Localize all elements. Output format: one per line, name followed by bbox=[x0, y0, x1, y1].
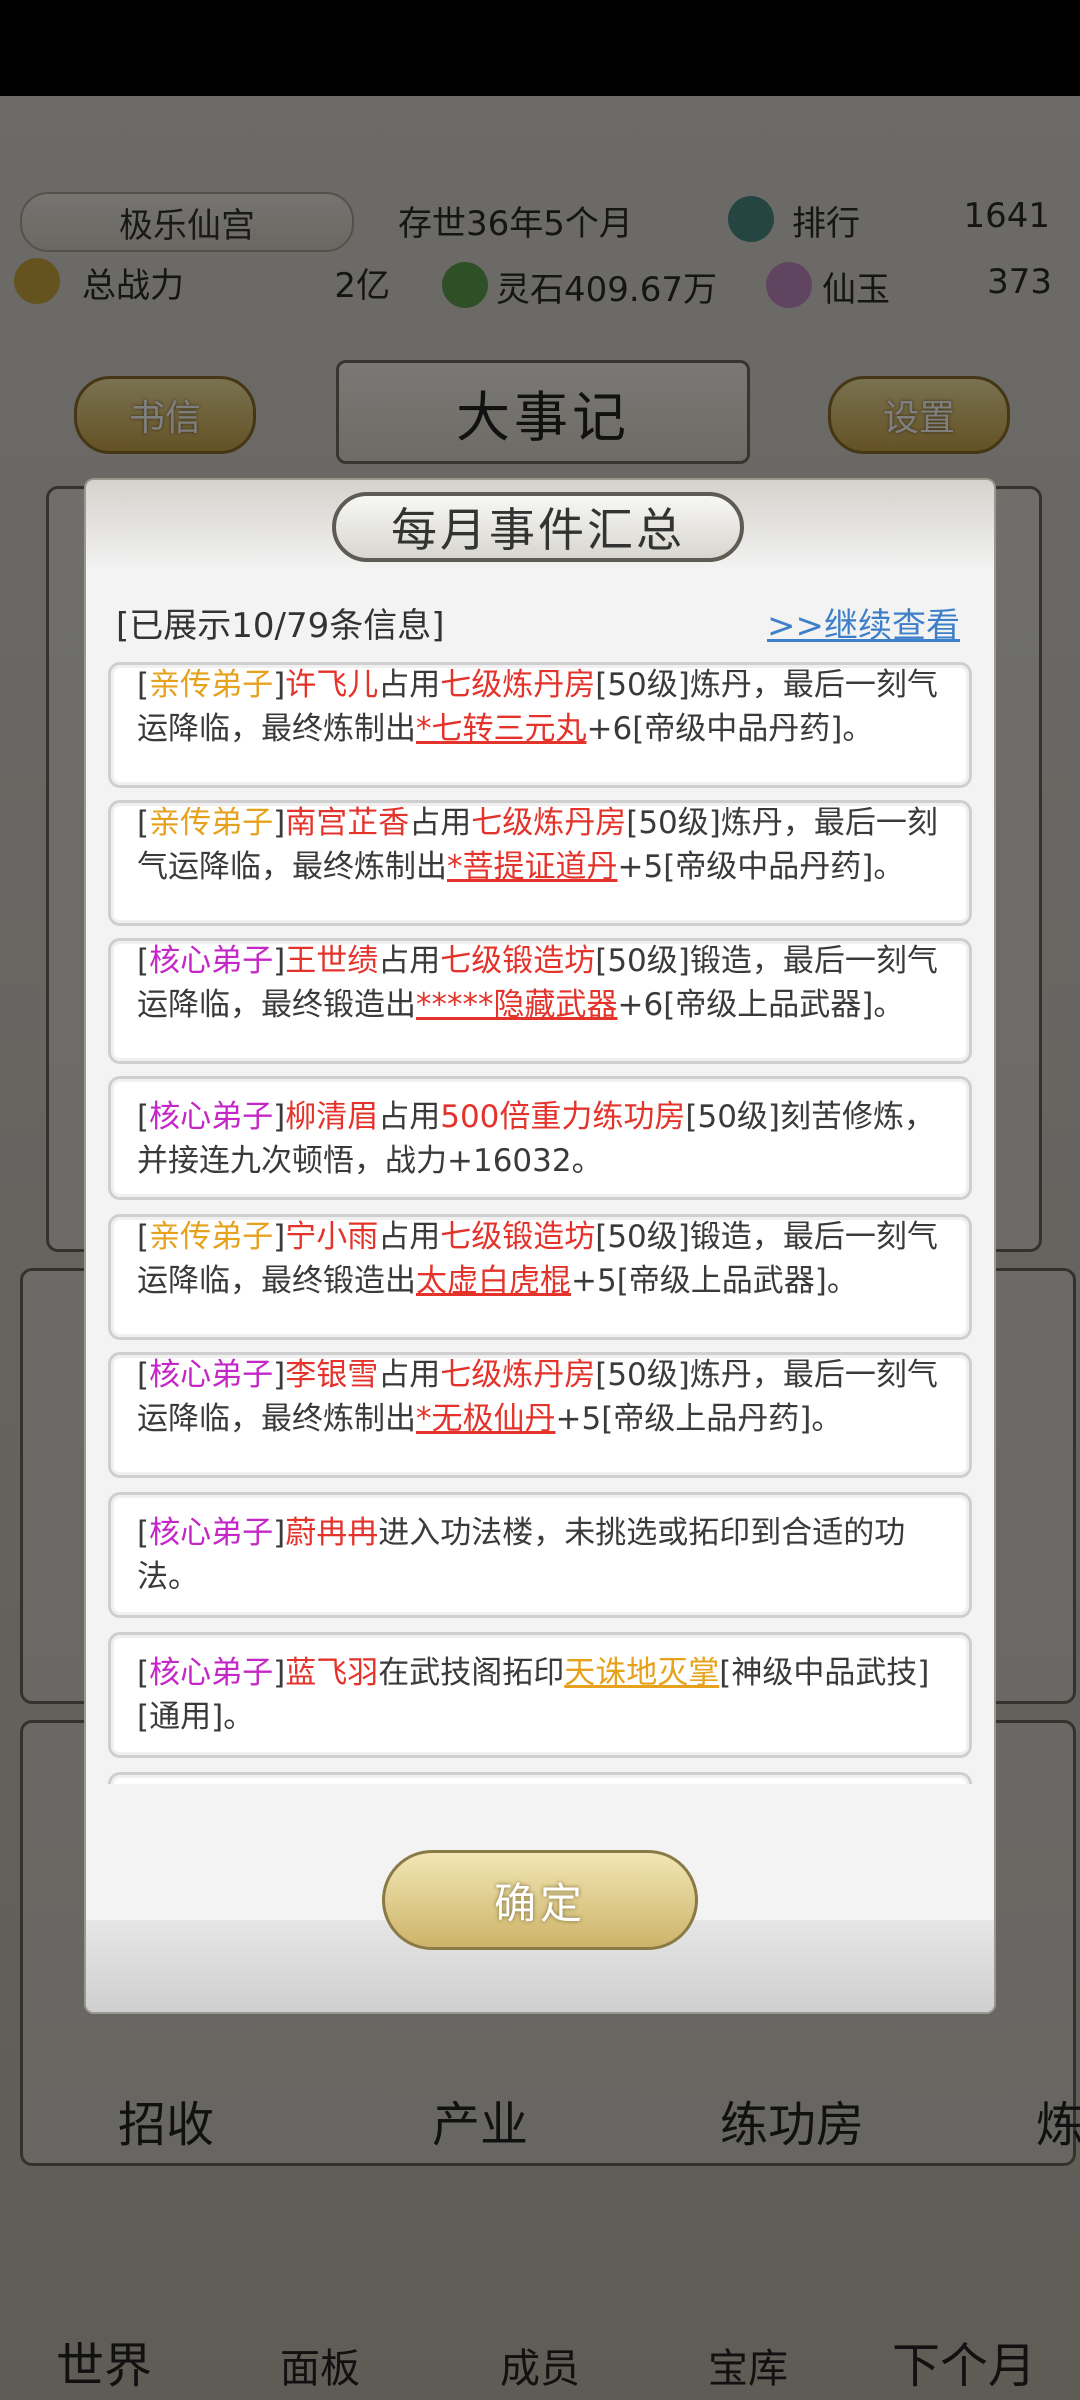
status-bar bbox=[0, 0, 1080, 96]
event-tag: 核心弟子 bbox=[149, 1099, 274, 1135]
event-text: +6[帝级上品武器]。 bbox=[617, 987, 905, 1023]
bracket: ] bbox=[273, 805, 286, 841]
disciple-name: 蔚冉冉 bbox=[285, 1515, 379, 1551]
event-tag: 亲传弟子 bbox=[149, 667, 274, 703]
disciple-name: 柳清眉 bbox=[285, 1099, 379, 1135]
bracket: [ bbox=[137, 805, 150, 841]
event-list[interactable]: [亲传弟子]许飞儿占用七级炼丹房[50级]炼丹，最后一刻气运降临，最终炼制出*七… bbox=[108, 662, 972, 1784]
facility-name: 七级锻造坊 bbox=[440, 1219, 596, 1255]
bracket: [ bbox=[137, 943, 150, 979]
event-text: 占用 bbox=[378, 667, 441, 703]
bracket: ] bbox=[273, 943, 286, 979]
continue-view-link[interactable]: >>继续查看 bbox=[767, 598, 960, 647]
event-text: +5[帝级上品丹药]。 bbox=[555, 1401, 843, 1437]
facility-name: 七级锻造坊 bbox=[440, 943, 596, 979]
monthly-events-dialog: 每月事件汇总 [已展示10/79条信息] >>继续查看 [亲传弟子]许飞儿占用七… bbox=[86, 480, 994, 2012]
event-text: 占用 bbox=[378, 1099, 441, 1135]
event-card-partial bbox=[108, 1772, 972, 1784]
bracket: ] bbox=[273, 1515, 286, 1551]
facility-name: 七级炼丹房 bbox=[440, 1357, 596, 1393]
disciple-name: 许飞儿 bbox=[285, 667, 379, 703]
bracket: ] bbox=[273, 1099, 286, 1135]
event-tag: 核心弟子 bbox=[149, 1515, 274, 1551]
event-text: 占用 bbox=[378, 1219, 441, 1255]
event-text: 占用 bbox=[378, 1357, 441, 1393]
event-tag: 亲传弟子 bbox=[149, 805, 274, 841]
facility-name: 七级炼丹房 bbox=[471, 805, 627, 841]
event-text: +5[帝级上品武器]。 bbox=[571, 1263, 858, 1299]
event-card: [核心弟子]王世绩占用七级锻造坊[50级]锻造，最后一刻气运降临，最终锻造出**… bbox=[108, 938, 972, 1064]
bracket: [ bbox=[137, 667, 150, 703]
event-card: [核心弟子]李银雪占用七级炼丹房[50级]炼丹，最后一刻气运降临，最终炼制出*无… bbox=[108, 1352, 972, 1478]
bracket: [ bbox=[137, 1099, 150, 1135]
item-link[interactable]: *****隐藏武器 bbox=[416, 987, 618, 1023]
event-tag: 核心弟子 bbox=[149, 943, 274, 979]
shown-count: [已展示10/79条信息] bbox=[116, 606, 445, 646]
event-text: 占用 bbox=[409, 805, 472, 841]
item-link[interactable]: *无极仙丹 bbox=[416, 1401, 556, 1437]
event-card: [亲传弟子]宁小雨占用七级锻造坊[50级]锻造，最后一刻气运降临，最终锻造出太虚… bbox=[108, 1214, 972, 1340]
skill-link[interactable]: 天诛地灭掌 bbox=[564, 1655, 719, 1691]
event-tag: 核心弟子 bbox=[149, 1357, 274, 1393]
bracket: [ bbox=[137, 1219, 150, 1255]
event-text: +6[帝级中品丹药]。 bbox=[586, 711, 874, 747]
event-tag: 亲传弟子 bbox=[149, 1219, 274, 1255]
disciple-name: 蓝飞羽 bbox=[285, 1655, 379, 1691]
disciple-name: 李银雪 bbox=[285, 1357, 379, 1393]
bracket: ] bbox=[273, 1219, 286, 1255]
disciple-name: 南宫芷香 bbox=[285, 805, 410, 841]
item-link[interactable]: *菩提证道丹 bbox=[447, 849, 618, 885]
event-text: 在武技阁拓印 bbox=[378, 1655, 565, 1691]
facility-name: 七级炼丹房 bbox=[440, 667, 596, 703]
item-link[interactable]: 太虚白虎棍 bbox=[416, 1263, 571, 1299]
event-card: [核心弟子]柳清眉占用500倍重力练功房[50级]刻苦修炼，并接连九次顿悟，战力… bbox=[108, 1076, 972, 1200]
bracket: ] bbox=[273, 667, 286, 703]
facility-name: 500倍重力练功房 bbox=[440, 1099, 686, 1135]
disciple-name: 王世绩 bbox=[285, 943, 379, 979]
event-text: 占用 bbox=[378, 943, 441, 979]
event-card: [核心弟子]蔚冉冉进入功法楼，未挑选或拓印到合适的功法。 bbox=[108, 1492, 972, 1618]
bracket: [ bbox=[137, 1655, 150, 1691]
event-card: [核心弟子]蓝飞羽在武技阁拓印天诛地灭掌[神级中品武技][通用]。 bbox=[108, 1632, 972, 1758]
bracket: [ bbox=[137, 1515, 150, 1551]
disciple-name: 宁小雨 bbox=[285, 1219, 379, 1255]
bracket: ] bbox=[273, 1357, 286, 1393]
event-tag: 核心弟子 bbox=[149, 1655, 274, 1691]
event-card: [亲传弟子]许飞儿占用七级炼丹房[50级]炼丹，最后一刻气运降临，最终炼制出*七… bbox=[108, 662, 972, 788]
event-text: +5[帝级中品丹药]。 bbox=[617, 849, 905, 885]
bracket: ] bbox=[273, 1655, 286, 1691]
item-link[interactable]: *七转三元丸 bbox=[416, 711, 587, 747]
confirm-button[interactable]: 确定 bbox=[382, 1850, 698, 1950]
event-card: [亲传弟子]南宫芷香占用七级炼丹房[50级]炼丹，最后一刻气运降临，最终炼制出*… bbox=[108, 800, 972, 926]
dialog-title: 每月事件汇总 bbox=[332, 492, 744, 562]
bracket: [ bbox=[137, 1357, 150, 1393]
